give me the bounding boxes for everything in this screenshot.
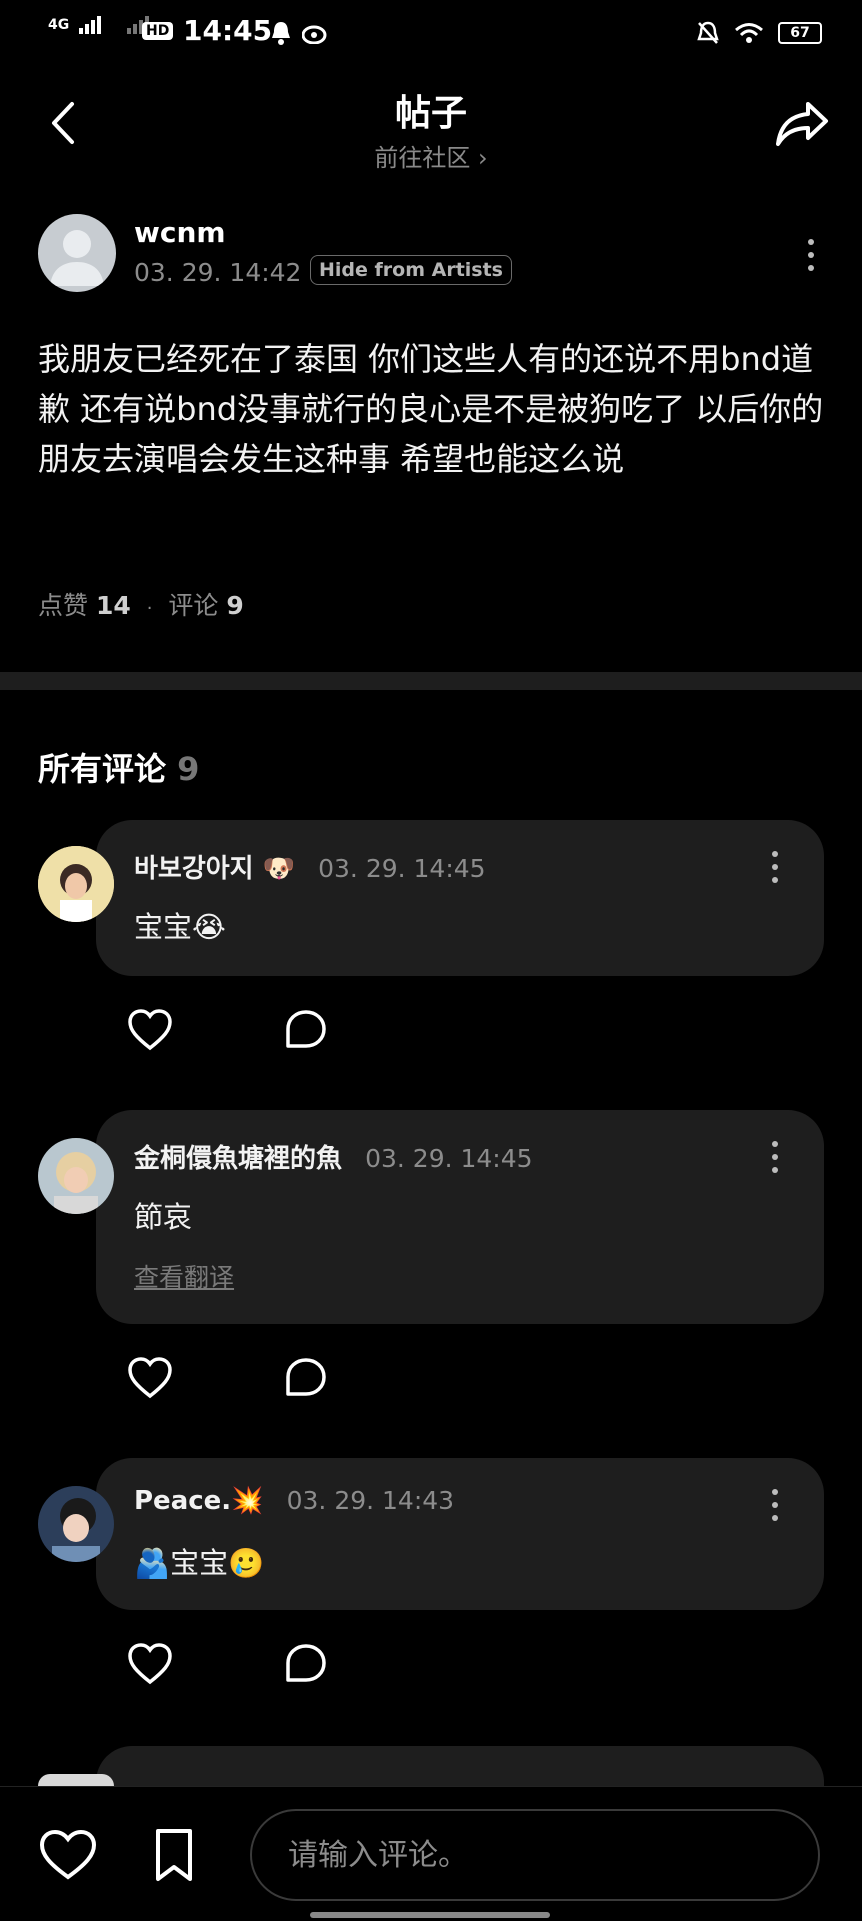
avatar-image xyxy=(38,846,114,922)
comment-card-partial xyxy=(96,1746,824,1786)
comment-author-emoji: 🐶 xyxy=(262,854,296,884)
comment-reply-bubble-icon[interactable] xyxy=(282,1006,330,1054)
comment-like-heart-icon[interactable] xyxy=(126,1354,174,1402)
bottom-bar xyxy=(0,1786,862,1921)
comment-more-button[interactable] xyxy=(760,842,790,892)
mute-bell-icon xyxy=(697,21,719,44)
comment-text: 宝宝😭 xyxy=(134,910,226,944)
comment-author-name: Peace. xyxy=(134,1486,232,1516)
commenter-avatar-partial[interactable] xyxy=(38,1774,114,1786)
comments-count: 9 xyxy=(226,591,244,620)
avatar-image xyxy=(38,1138,114,1214)
clock: 14:45 xyxy=(183,14,273,47)
commenter-avatar[interactable] xyxy=(38,1138,114,1214)
comment-timestamp: 03. 29. 14:45 xyxy=(365,1144,533,1173)
default-avatar-icon xyxy=(50,230,104,286)
wifi-icon xyxy=(735,23,763,43)
page-title: 帖子 xyxy=(394,93,467,134)
comments-heading-label: 所有评论 xyxy=(38,750,167,788)
comments-heading-count: 9 xyxy=(177,750,200,788)
battery-indicator: 67 xyxy=(778,22,822,44)
comment-text: 節哀 xyxy=(134,1200,193,1234)
comment-author-name: 金桐儇魚塘裡的魚 xyxy=(134,1144,343,1174)
comment-more-button[interactable] xyxy=(760,1132,790,1182)
header: 帖子 前往社区 › xyxy=(0,70,862,180)
comment-author-emoji: 💥 xyxy=(231,1486,264,1516)
comment-like-heart-icon[interactable] xyxy=(126,1006,174,1054)
comment-text: 🫂宝宝🥲 xyxy=(134,1546,265,1580)
network-type: 4G xyxy=(48,17,70,33)
section-divider xyxy=(0,672,862,690)
comment-more-button[interactable] xyxy=(760,1480,790,1530)
comment-timestamp: 03. 29. 14:43 xyxy=(286,1486,455,1515)
status-bar: 4G HD 14:45 67 xyxy=(0,0,862,70)
status-right: 67 xyxy=(696,20,822,46)
post-more-button[interactable] xyxy=(796,230,826,280)
signal-icon xyxy=(79,16,102,34)
go-to-community-link[interactable]: 前往社区 › xyxy=(0,138,862,173)
comment-like-heart-icon[interactable] xyxy=(126,1640,174,1688)
commenter-avatar[interactable] xyxy=(38,846,114,922)
stats-separator: · xyxy=(146,598,153,619)
share-icon[interactable] xyxy=(772,94,832,154)
weibo-icon xyxy=(302,25,327,44)
comment-input[interactable] xyxy=(250,1809,820,1901)
comment-card: Peace.💥 03. 29. 14:43 🫂宝宝🥲 xyxy=(96,1458,824,1610)
comment-author-name: 바보강아지 xyxy=(134,854,254,884)
comments-label: 评论 xyxy=(168,591,219,620)
comment-reply-bubble-icon[interactable] xyxy=(282,1354,330,1402)
comment-author[interactable]: Peace.💥 03. 29. 14:43 xyxy=(134,1486,454,1516)
post-stats: 点赞 14 · 评论 9 xyxy=(38,586,244,622)
notification-icon xyxy=(272,22,290,45)
post-like-heart-icon[interactable] xyxy=(38,1827,98,1883)
comment-author[interactable]: 金桐儇魚塘裡的魚 03. 29. 14:45 xyxy=(134,1138,533,1175)
comment-card: 바보강아지 🐶 03. 29. 14:45 宝宝😭 xyxy=(96,820,824,976)
likes-count: 14 xyxy=(95,591,131,620)
comment-card: 金桐儇魚塘裡的魚 03. 29. 14:45 節哀 查看翻译 xyxy=(96,1110,824,1324)
signal-indicators: 4G xyxy=(48,16,153,34)
comment-timestamp: 03. 29. 14:45 xyxy=(318,854,486,883)
hd-badge: HD xyxy=(142,22,174,40)
home-indicator[interactable] xyxy=(310,1912,550,1918)
post-body: 我朋友已经死在了泰国 你们这些人有的还说不用bnd道歉 还有说bnd没事就行的良… xyxy=(38,340,824,478)
comments-heading: 所有评论 9 xyxy=(38,744,199,790)
author-avatar[interactable] xyxy=(38,214,116,292)
bookmark-icon[interactable] xyxy=(144,1827,204,1883)
hide-from-artists-badge: Hide from Artists xyxy=(310,255,512,285)
likes-label: 点赞 xyxy=(38,591,89,620)
post-timestamp: 03. 29. 14:42 xyxy=(134,258,302,287)
comment-author[interactable]: 바보강아지 🐶 03. 29. 14:45 xyxy=(134,848,486,885)
avatar-image xyxy=(38,1486,114,1562)
view-translation-link[interactable]: 查看翻译 xyxy=(134,1258,234,1294)
commenter-avatar[interactable] xyxy=(38,1486,114,1562)
comment-reply-bubble-icon[interactable] xyxy=(282,1640,330,1688)
post-author-name[interactable]: wcnm xyxy=(134,216,226,249)
